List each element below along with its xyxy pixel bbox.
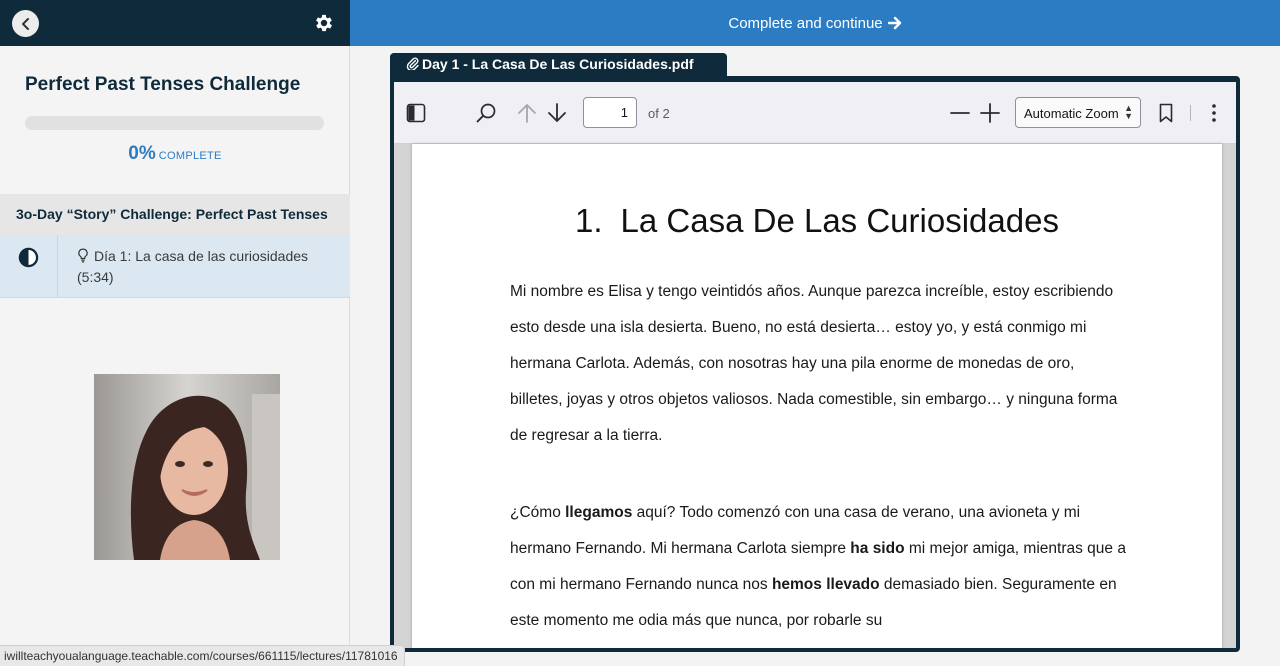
bookmark-icon bbox=[1159, 103, 1173, 123]
select-caret-icon: ▲ ▼ bbox=[1124, 103, 1133, 121]
lecture-title: Día 1: La casa de las curiosidades (5:34… bbox=[77, 248, 309, 285]
sidebar-toggle-icon bbox=[406, 103, 426, 123]
bookmark-button[interactable] bbox=[1153, 99, 1179, 127]
arrow-up-icon bbox=[518, 104, 536, 123]
arrow-right-icon bbox=[887, 16, 901, 30]
lightbulb-icon bbox=[78, 248, 88, 263]
lecture-item-day-1[interactable]: Día 1: La casa de las curiosidades (5:34… bbox=[0, 235, 350, 298]
complete-and-continue-button[interactable]: Complete and continue bbox=[350, 0, 1280, 46]
status-bar-url: iwillteachyoualanguage.teachable.com/cou… bbox=[0, 645, 405, 666]
heading-title: La Casa De Las Curiosidades bbox=[620, 202, 1059, 239]
sidebar-toggle-button[interactable] bbox=[402, 99, 430, 127]
gear-icon bbox=[316, 14, 332, 32]
next-page-button[interactable] bbox=[544, 99, 570, 127]
zoom-out-icon bbox=[950, 112, 970, 114]
half-circle-status-icon bbox=[18, 247, 39, 268]
pdf-viewer: 1 of 2 Automatic Zoom ▲ ▼ 1. La Casa De La… bbox=[390, 76, 1240, 652]
progress-word: COMPLETE bbox=[158, 150, 222, 162]
progress-label: 0% COMPLETE bbox=[0, 143, 350, 165]
pdf-toolbar: 1 of 2 Automatic Zoom ▲ ▼ bbox=[394, 82, 1236, 144]
find-button[interactable] bbox=[472, 99, 500, 127]
toolbar-separator bbox=[1190, 105, 1191, 121]
search-icon bbox=[476, 103, 496, 123]
zoom-select-value: Automatic Zoom bbox=[1024, 106, 1119, 121]
document-paragraph-2: ¿Cómo llegamos aquí? Todo comenzó con un… bbox=[510, 495, 1130, 639]
settings-button[interactable] bbox=[313, 12, 335, 34]
zoom-in-icon bbox=[980, 103, 1000, 123]
bold-phrase: llegamos bbox=[565, 504, 633, 521]
progress-percent: 0% bbox=[128, 143, 156, 164]
back-button[interactable] bbox=[12, 10, 39, 37]
zoom-in-button[interactable] bbox=[977, 99, 1003, 127]
bold-phrase: ha sido bbox=[850, 540, 905, 557]
zoom-select[interactable]: Automatic Zoom ▲ ▼ bbox=[1015, 97, 1141, 128]
course-title: Perfect Past Tenses Challenge bbox=[25, 74, 301, 95]
page-number-input[interactable]: 1 bbox=[583, 97, 637, 128]
paperclip-icon bbox=[406, 57, 419, 72]
paragraph-text: ¿Cómo bbox=[510, 504, 566, 521]
zoom-out-button[interactable] bbox=[947, 99, 973, 127]
document-paragraph-1: Mi nombre es Elisa y tengo veintidós año… bbox=[510, 283, 1118, 444]
instructor-webcam-video[interactable] bbox=[94, 374, 280, 560]
back-arrow-icon bbox=[21, 17, 29, 30]
attachment-tab[interactable]: Day 1 - La Casa De Las Curiosidades.pdf bbox=[390, 53, 727, 78]
more-vertical-icon bbox=[1212, 104, 1216, 122]
course-sidebar: Perfect Past Tenses Challenge 0% COMPLETE… bbox=[0, 0, 350, 666]
progress-bar bbox=[25, 116, 324, 130]
lecture-status[interactable] bbox=[0, 235, 58, 297]
document-heading: 1. La Casa De Las Curiosidades bbox=[412, 202, 1222, 240]
more-tools-button[interactable] bbox=[1202, 99, 1226, 127]
bold-phrase: hemos llevado bbox=[771, 576, 880, 593]
arrow-down-icon bbox=[548, 103, 566, 122]
complete-and-continue-label: Complete and continue bbox=[728, 14, 883, 32]
attachment-filename: Day 1 - La Casa De Las Curiosidades.pdf bbox=[422, 56, 694, 72]
sidebar-header bbox=[0, 0, 350, 46]
previous-page-button[interactable] bbox=[514, 99, 540, 127]
heading-number: 1. bbox=[575, 202, 603, 239]
page-count-label: of 2 bbox=[648, 106, 670, 121]
section-title: 3o-Day “Story” Challenge: Perfect Past T… bbox=[0, 194, 350, 235]
pdf-page: 1. La Casa De Las Curiosidades Mi nombre … bbox=[412, 144, 1222, 648]
lecture-text[interactable]: Día 1: La casa de las curiosidades (5:34… bbox=[77, 246, 332, 288]
instructor-portrait bbox=[94, 374, 280, 560]
